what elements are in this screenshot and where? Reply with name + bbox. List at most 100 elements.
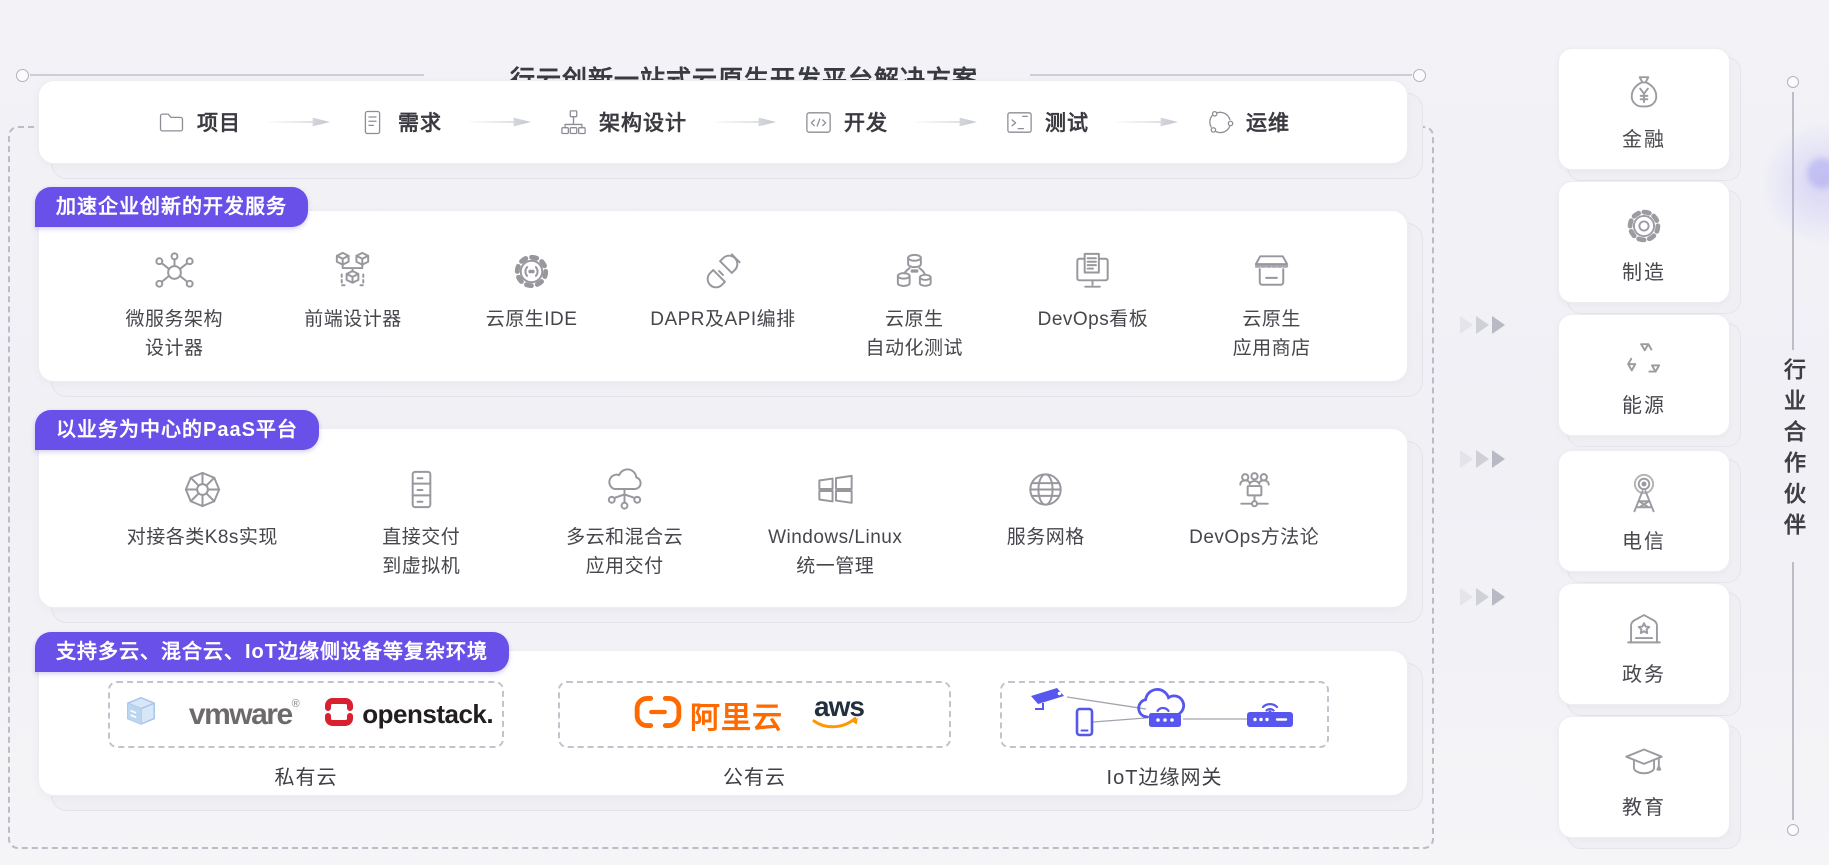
service-item: Windows/Linux统一管理 — [768, 463, 902, 582]
workflow-step: 需求 — [357, 107, 442, 138]
decor-circle-right — [1413, 69, 1426, 82]
workflow-row: 项目需求架构设计开发测试运维 — [39, 81, 1407, 163]
openstack-logo-text: openstack. — [362, 699, 493, 730]
service-item-label: 直接交付到虚拟机 — [382, 523, 460, 582]
server-icon — [119, 690, 163, 739]
service-item: 前端设计器 — [293, 245, 413, 334]
document-icon — [357, 107, 388, 138]
windows-linux-icon — [812, 463, 859, 515]
service-item-label: 前端设计器 — [304, 305, 402, 334]
devops-methodology-icon — [1231, 463, 1278, 515]
decor-circle-left — [16, 69, 29, 82]
environment-box: 阿里云 aws — [558, 681, 951, 748]
partner-card-教育: 教育 — [1558, 716, 1730, 838]
workflow-bar: 项目需求架构设计开发测试运维 — [38, 80, 1408, 164]
environments-row: vmware® openstack. 私有云 阿里云 aws 公有云 IoT边缘网关 — [39, 651, 1407, 795]
svg-text:aws: aws — [814, 691, 864, 722]
folder-icon — [156, 107, 187, 138]
workflow-step: 开发 — [803, 107, 888, 138]
workflow-step: 测试 — [1004, 107, 1089, 138]
devops-board-icon — [1069, 245, 1116, 297]
service-item-label: 对接各类K8s实现 — [127, 523, 278, 552]
workflow-step: 架构设计 — [558, 107, 687, 138]
service-item: DevOps方法论 — [1189, 463, 1319, 552]
service-item-label: 云原生自动化测试 — [866, 305, 964, 364]
dev-services-panel: 微服务架构设计器前端设计器 云原生IDE DAPR及API编排 云原生自动化测试 Dev… — [38, 210, 1408, 382]
workflow-step-label: 项目 — [197, 107, 241, 137]
service-item: 多云和混合云应用交付 — [565, 463, 685, 582]
flow-arrow-icon — [714, 116, 776, 129]
multicloud-delivery-icon — [601, 463, 648, 515]
partner-card: 能源 — [1558, 314, 1730, 436]
service-item-label: DevOps方法论 — [1189, 523, 1319, 552]
workflow-step-label: 测试 — [1045, 107, 1089, 137]
service-item: 云原生自动化测试 — [854, 245, 974, 364]
partner-card-政务: 政务 — [1558, 583, 1730, 705]
environment-group: vmware® openstack. 私有云 — [108, 681, 504, 790]
workflow-step-label: 开发 — [844, 107, 888, 137]
decor-blob-dot — [1807, 158, 1829, 188]
solution-diagram: 行云创新一站式云原生开发平台解决方案 项目需求架构设计开发测试运维 加速企业创新… — [0, 0, 1829, 865]
environment-group: 阿里云 aws 公有云 — [558, 681, 951, 790]
service-item-label: DevOps看板 — [1038, 305, 1149, 334]
partner-label: 能源 — [1622, 389, 1666, 418]
money-bag-icon — [1621, 67, 1667, 119]
partner-label: 电信 — [1622, 525, 1666, 554]
service-item: DAPR及API编排 — [650, 245, 795, 334]
flow-arrow-icon — [469, 116, 531, 129]
environment-box — [1000, 681, 1329, 748]
openstack-mark-icon — [324, 697, 354, 732]
partner-label: 金融 — [1622, 123, 1666, 152]
rail-circle-bottom — [1787, 824, 1799, 836]
partner-card-电信: 电信 — [1558, 450, 1730, 572]
terminal-icon — [1004, 107, 1035, 138]
badge-paas-platform: 以业务为中心的PaaS平台 — [35, 410, 319, 450]
alicloud-mark-icon — [634, 694, 682, 735]
partner-card: 电信 — [1558, 450, 1730, 572]
environment-label: 公有云 — [558, 761, 951, 790]
partner-card-制造: 制造 — [1558, 181, 1730, 303]
code-window-icon — [803, 107, 834, 138]
frontend-designer-icon — [329, 245, 376, 297]
gear-icon — [1621, 200, 1667, 252]
service-item: 直接交付到虚拟机 — [361, 463, 481, 582]
badge-environments: 支持多云、混合云、IoT边缘侧设备等复杂环境 — [35, 632, 509, 672]
rail-circle-top — [1787, 76, 1799, 88]
microservice-architecture-icon — [151, 245, 198, 297]
fast-forward-icon — [1460, 588, 1505, 606]
environment-label: IoT边缘网关 — [1000, 761, 1329, 790]
service-mesh-icon — [1022, 463, 1069, 515]
partner-card: 制造 — [1558, 181, 1730, 303]
partner-label: 教育 — [1622, 791, 1666, 820]
service-item: 微服务架构设计器 — [114, 245, 234, 364]
paas-platform-items: 对接各类K8s实现 直接交付到虚拟机 多云和混合云应用交付 Windows/Linux… — [39, 429, 1407, 607]
alicloud-logo-text: 阿里云 — [690, 693, 783, 737]
service-item: 服务网格 — [986, 463, 1106, 552]
partner-rail-title: 行业合作伙伴 — [1779, 358, 1807, 544]
service-item: 云原生应用商店 — [1212, 245, 1332, 364]
service-item: DevOps看板 — [1033, 245, 1153, 334]
flow-arrow-icon — [1116, 116, 1178, 129]
automated-testing-icon — [891, 245, 938, 297]
app-store-icon — [1248, 245, 1295, 297]
partner-label: 制造 — [1622, 256, 1666, 285]
ops-cycle-icon — [1205, 107, 1236, 138]
environment-label: 私有云 — [108, 761, 504, 790]
service-item-label: 多云和混合云应用交付 — [566, 523, 683, 582]
workflow-step: 项目 — [156, 107, 241, 138]
vmware-logo: vmware® — [189, 698, 298, 732]
partner-card: 教育 — [1558, 716, 1730, 838]
flow-arrow-icon — [915, 116, 977, 129]
recycle-icon — [1621, 333, 1667, 385]
workflow-step-label: 需求 — [398, 107, 442, 137]
service-item-label: 服务网格 — [1007, 523, 1085, 552]
service-item: 对接各类K8s实现 — [127, 463, 278, 552]
partner-card-能源: 能源 — [1558, 314, 1730, 436]
paas-platform-panel: 对接各类K8s实现 直接交付到虚拟机 多云和混合云应用交付 Windows/Linux… — [38, 428, 1408, 608]
badge-dev-services: 加速企业创新的开发服务 — [35, 187, 308, 227]
partner-card-金融: 金融 — [1558, 48, 1730, 170]
vm-server-icon — [398, 463, 445, 515]
service-item: 云原生IDE — [472, 245, 592, 334]
fast-forward-icon — [1460, 316, 1505, 334]
service-item-label: DAPR及API编排 — [650, 305, 795, 334]
